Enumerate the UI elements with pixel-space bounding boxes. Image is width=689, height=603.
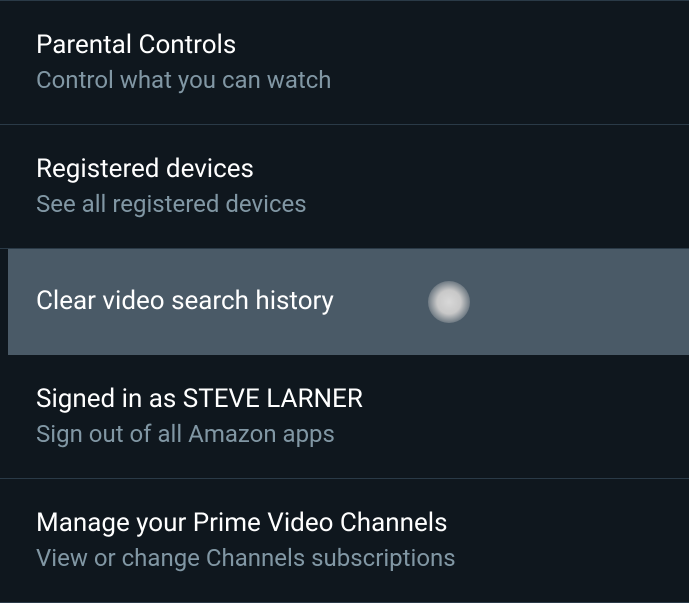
item-subtitle: Sign out of all Amazon apps	[36, 419, 653, 450]
settings-item-parental-controls[interactable]: Parental Controls Control what you can w…	[0, 0, 689, 125]
item-title: Registered devices	[36, 153, 653, 187]
item-subtitle: Control what you can watch	[36, 65, 653, 96]
settings-item-registered-devices[interactable]: Registered devices See all registered de…	[0, 125, 689, 249]
item-title: Manage your Prime Video Channels	[36, 507, 653, 541]
item-title: Parental Controls	[36, 29, 653, 63]
touch-ripple-icon	[428, 281, 470, 323]
item-subtitle: See all registered devices	[36, 189, 653, 220]
settings-item-clear-history[interactable]: Clear video search history	[8, 249, 689, 355]
item-title: Clear video search history	[36, 285, 334, 319]
item-title: Signed in as STEVE LARNER	[36, 383, 653, 417]
settings-item-prime-channels[interactable]: Manage your Prime Video Channels View or…	[0, 479, 689, 603]
settings-list: Parental Controls Control what you can w…	[0, 0, 689, 603]
item-subtitle: View or change Channels subscriptions	[36, 543, 653, 574]
settings-item-signed-in[interactable]: Signed in as STEVE LARNER Sign out of al…	[0, 355, 689, 479]
